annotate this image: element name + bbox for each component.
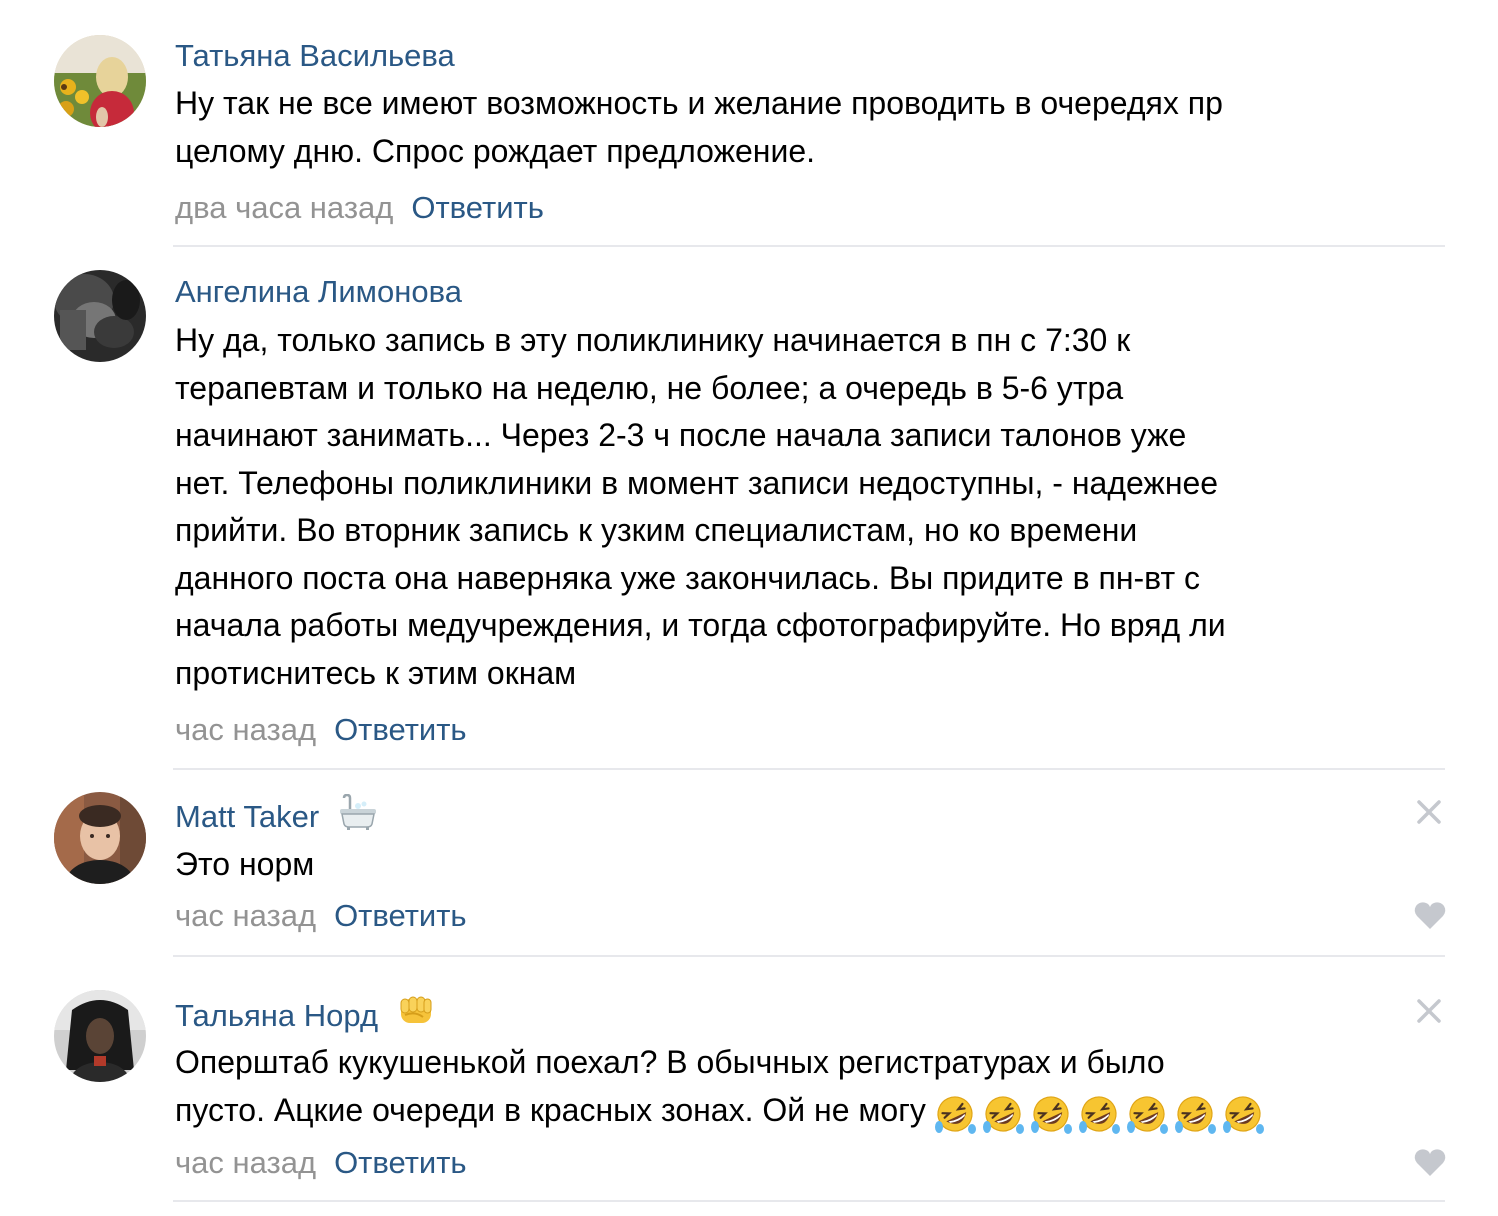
- author-name[interactable]: Matt Taker: [175, 793, 378, 840]
- comment-meta: час назад Ответить: [175, 1143, 467, 1183]
- avatar[interactable]: [54, 792, 146, 884]
- comment-meta: час назад Ответить: [175, 710, 467, 750]
- rolling-on-floor-laughing-icon: [934, 1096, 976, 1134]
- heart-icon: [1414, 902, 1446, 929]
- comment-text-line: начинают занимать... Через 2-3 ч после н…: [175, 417, 1187, 453]
- reply-button[interactable]: Ответить: [334, 712, 467, 747]
- comment-time: два часа назад: [175, 190, 394, 225]
- reply-button[interactable]: Ответить: [334, 898, 467, 933]
- delete-comment-button[interactable]: [1414, 797, 1444, 827]
- comment-meta: два часа назад Ответить: [175, 188, 544, 228]
- comment-text-line: целому дню. Спрос рождает предложение.: [175, 132, 816, 169]
- comment-text-line: протиснитесь к этим окнам: [175, 654, 577, 691]
- comment-text: Ну да, только запись в эту поликлинику н…: [175, 317, 1445, 697]
- comment-text: Оперштаб кукушенькой поехал? В обычных р…: [175, 1039, 1445, 1136]
- bathtub-icon: [338, 793, 378, 840]
- comment-time: час назад: [175, 898, 317, 933]
- avatar[interactable]: [54, 35, 146, 127]
- rolling-on-floor-laughing-icon: [1174, 1096, 1216, 1134]
- rolling-on-floor-laughing-icon: [1126, 1096, 1168, 1134]
- comment-text: Это норм: [175, 841, 1445, 889]
- divider: [173, 768, 1445, 770]
- delete-comment-button[interactable]: [1414, 996, 1444, 1026]
- comment-text-line: Оперштаб кукушенькой поехал? В обычных р…: [175, 1044, 1165, 1080]
- comment-text-line: пусто. Ацкие очереди в красных зонах. Ой…: [175, 1087, 1445, 1136]
- divider: [173, 1200, 1445, 1202]
- avatar[interactable]: [54, 270, 146, 362]
- author-name[interactable]: Тальяна Норд: [175, 993, 435, 1039]
- like-button[interactable]: [1413, 901, 1447, 931]
- comment-meta: час назад Ответить: [175, 896, 467, 936]
- rolling-on-floor-laughing-icon: [1222, 1096, 1264, 1134]
- comment-text-line-content: пусто. Ацкие очереди в красных зонах. Ой…: [175, 1091, 926, 1128]
- comment-text-line: Ну да, только запись в эту поликлинику н…: [175, 322, 1131, 358]
- author-name[interactable]: Ангелина Лимонова: [175, 270, 462, 312]
- rolling-on-floor-laughing-icon: [982, 1096, 1024, 1134]
- comment-text-line: нет. Телефоны поликлиники в момент запис…: [175, 464, 1219, 501]
- divider: [173, 955, 1445, 957]
- rolling-on-floor-laughing-icon: [1078, 1096, 1120, 1134]
- fist-icon: [397, 993, 435, 1039]
- reply-button[interactable]: Ответить: [411, 190, 544, 225]
- comment-time: час назад: [175, 712, 317, 747]
- emoji-row: [932, 1088, 1268, 1136]
- comment-text: Ну так не все имеют возможность и желани…: [175, 80, 1445, 175]
- author-name[interactable]: Татьяна Васильева: [175, 34, 455, 76]
- close-icon: [1417, 999, 1441, 1023]
- comment-text-line: данного поста она наверняка уже закончил…: [175, 559, 1200, 596]
- author-name-text[interactable]: Татьяна Васильева: [175, 38, 455, 73]
- comment-text-line: начала работы медучреждения, и тогда сфо…: [175, 607, 1226, 643]
- comment-text-line: прийти. Во вторник запись к узким специа…: [175, 512, 1138, 548]
- like-button[interactable]: [1413, 1148, 1447, 1178]
- author-name-text[interactable]: Тальяна Норд: [175, 998, 378, 1033]
- divider: [173, 245, 1445, 247]
- reply-button[interactable]: Ответить: [334, 1145, 467, 1180]
- comment-text-line: терапевтам и только на неделю, не более;…: [175, 369, 1124, 406]
- comment-time: час назад: [175, 1145, 317, 1180]
- comment-text-line: Ну так не все имеют возможность и желани…: [175, 85, 1223, 121]
- rolling-on-floor-laughing-icon: [1030, 1096, 1072, 1134]
- avatar[interactable]: [54, 990, 146, 1082]
- comment-text-line: Это норм: [175, 846, 315, 882]
- author-name-text[interactable]: Matt Taker: [175, 799, 319, 834]
- heart-icon: [1414, 1149, 1446, 1176]
- close-icon: [1417, 800, 1441, 824]
- author-name-text[interactable]: Ангелина Лимонова: [175, 274, 462, 309]
